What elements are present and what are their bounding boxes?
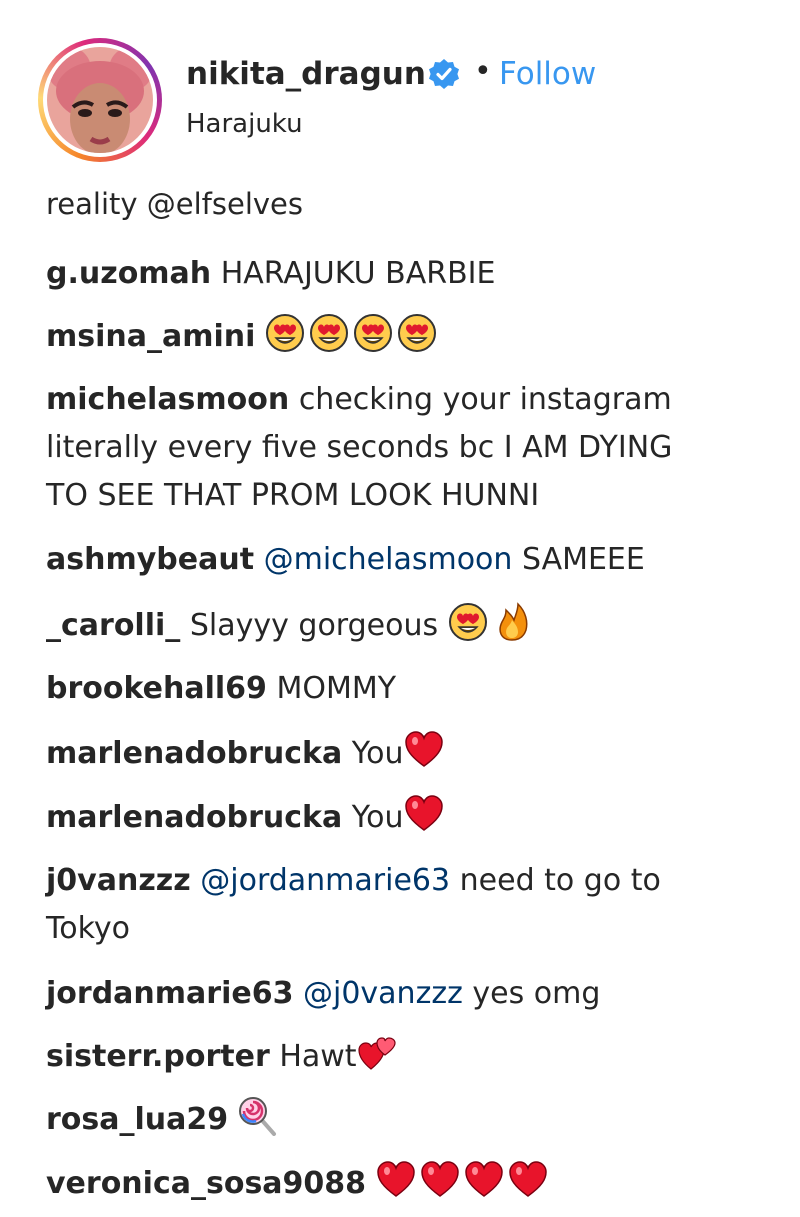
comment-text: need to go to (459, 863, 661, 898)
red-heart-emoji (404, 730, 444, 770)
red-heart-emoji (464, 1160, 504, 1200)
comment-username[interactable]: j0vanzzz (46, 863, 191, 898)
mention-link[interactable]: @jordanmarie63 (200, 863, 450, 898)
heart-eyes-emoji (309, 313, 349, 353)
two-hearts-emoji (357, 1033, 397, 1073)
red-heart-emoji (404, 794, 444, 834)
red-heart-emoji (376, 1160, 416, 1200)
comment-row: jordanmarie63 @j0vanzzz yes omg (46, 970, 766, 1018)
heart-eyes-emoji (353, 313, 393, 353)
comment-text-line: literally every five seconds bc I AM DYI… (46, 430, 673, 465)
comment-text-line: Tokyo (46, 911, 130, 946)
post-header: nikita_dragun • Follow Harajuku (0, 0, 800, 180)
comment-text: You (351, 736, 404, 771)
comment-text: MOMMY (276, 671, 397, 706)
comment-row: _carolli_ Slayyy gorgeous (46, 602, 766, 650)
comment-row: marlenadobrucka You (46, 730, 766, 778)
red-heart-emoji (420, 1160, 460, 1200)
comment-username[interactable]: rosa_lua29 (46, 1102, 228, 1137)
comment-username[interactable]: jordanmarie63 (46, 976, 293, 1011)
comment-row: msina_amini (46, 313, 766, 361)
comment-row: g.uzomah HARAJUKU BARBIE (46, 250, 766, 298)
fire-emoji (492, 602, 532, 642)
avatar-image (47, 47, 153, 153)
comment-row: rosa_lua29 (46, 1096, 766, 1144)
cut-off-comment: reality @elfselves (46, 187, 303, 221)
comment-text: Hawt (279, 1039, 357, 1074)
location-link[interactable]: Harajuku (186, 109, 303, 139)
comment-username[interactable]: g.uzomah (46, 256, 211, 291)
comment-row: veronica_sosa9088 (46, 1160, 766, 1208)
heart-eyes-emoji (397, 313, 437, 353)
comment-text: yes omg (472, 976, 601, 1011)
red-heart-emoji (508, 1160, 548, 1200)
comment-row: marlenadobrucka You (46, 794, 766, 842)
comment-username[interactable]: veronica_sosa9088 (46, 1166, 366, 1201)
comment-username[interactable]: marlenadobrucka (46, 800, 342, 835)
comment-text: Slayyy gorgeous (189, 608, 439, 643)
verified-badge-icon (429, 59, 459, 89)
comment-text: SAMEEE (521, 542, 645, 577)
comment-username[interactable]: msina_amini (46, 319, 255, 354)
separator-dot: • (474, 54, 492, 89)
follow-button[interactable]: Follow (499, 56, 596, 92)
username[interactable]: nikita_dragun (186, 56, 426, 92)
comment-text: You (351, 800, 404, 835)
comment-username[interactable]: marlenadobrucka (46, 736, 342, 771)
comment-username[interactable]: sisterr.porter (46, 1039, 270, 1074)
comment-username[interactable]: michelasmoon (46, 382, 289, 417)
heart-eyes-emoji (448, 602, 488, 642)
comment-row: brookehall69 MOMMY (46, 665, 766, 713)
mention-link[interactable]: @michelasmoon (264, 542, 513, 577)
mention-link[interactable]: @j0vanzzz (303, 976, 463, 1011)
comment-text: HARAJUKU BARBIE (220, 256, 496, 291)
comments-list[interactable]: reality @elfselves g.uzomah HARAJUKU BAR… (0, 180, 800, 1217)
comment-username[interactable]: brookehall69 (46, 671, 267, 706)
comment-row: michelasmoon checking your instagram lit… (46, 376, 766, 520)
avatar[interactable] (47, 47, 153, 153)
comment-row: j0vanzzz @jordanmarie63 need to go to To… (46, 857, 766, 953)
comment-username[interactable]: ashmybeaut (46, 542, 254, 577)
comment-username[interactable]: _carolli_ (46, 608, 180, 643)
heart-eyes-emoji (265, 313, 305, 353)
comment-text-line: TO SEE THAT PROM LOOK HUNNI (46, 478, 540, 513)
comment-row: ashmybeaut @michelasmoon SAMEEE (46, 536, 766, 584)
comment-text: checking your instagram (298, 382, 672, 417)
lollipop-emoji (238, 1096, 278, 1136)
comment-row: sisterr.porter Hawt (46, 1033, 766, 1081)
story-ring[interactable] (38, 38, 162, 162)
